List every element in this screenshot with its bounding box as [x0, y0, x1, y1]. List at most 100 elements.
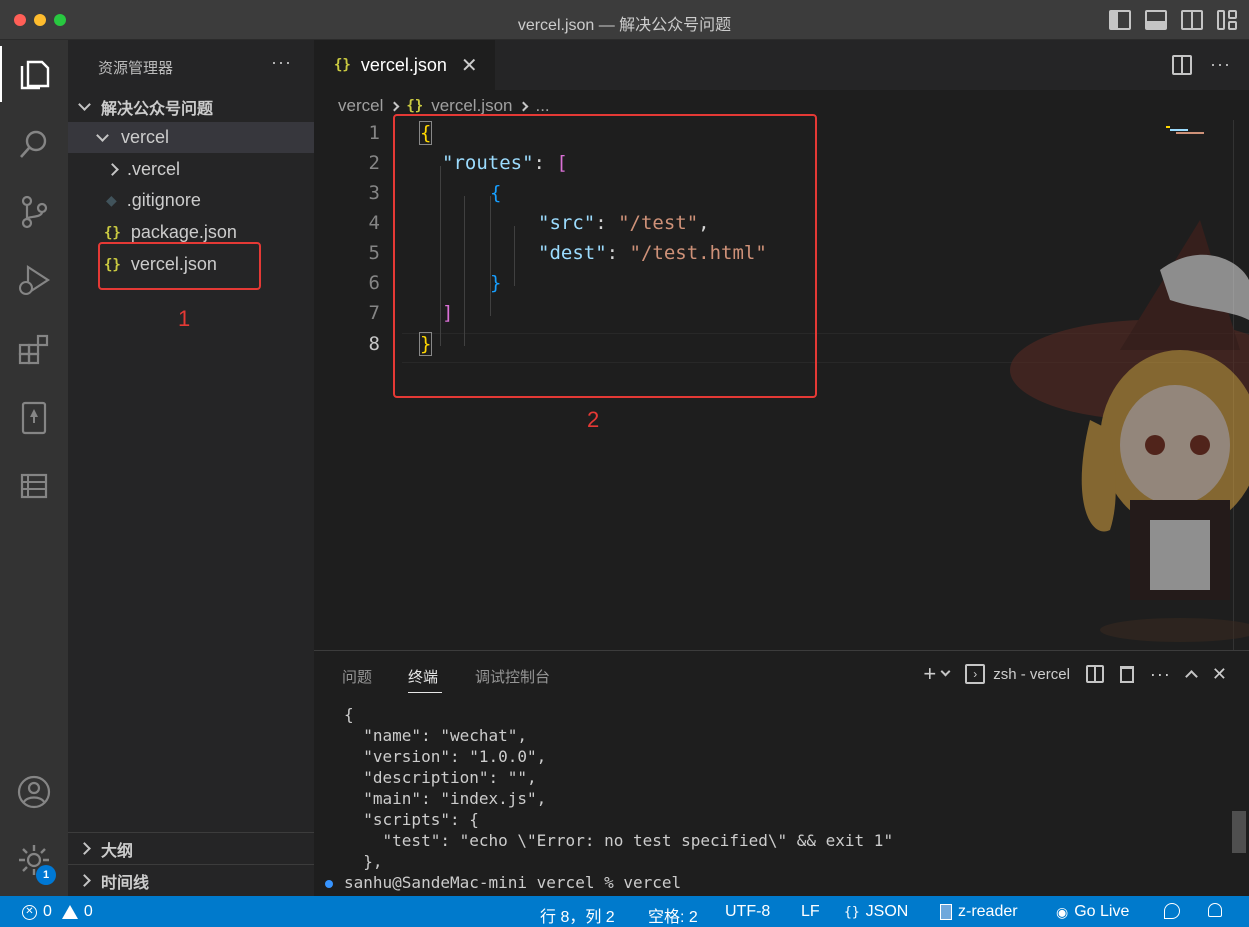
terminal-scrollbar[interactable] — [1232, 811, 1246, 853]
tree-item-label: package.json — [130, 222, 237, 242]
go-live-button[interactable]: ◉ Go Live — [1056, 903, 1129, 921]
close-panel-icon[interactable]: ✕ — [1212, 664, 1227, 685]
braces-icon: {} — [844, 904, 860, 920]
tree-item-label: .gitignore — [126, 190, 201, 210]
line-number: 3 — [368, 182, 380, 204]
z-reader-label: z-reader — [958, 903, 1018, 920]
close-tab-icon[interactable]: ✕ — [461, 53, 478, 78]
chevron-down-icon — [78, 97, 91, 111]
terminal-prompt[interactable]: sanhu@SandeMac-mini vercel % vercel — [344, 873, 681, 892]
account-icon[interactable] — [0, 764, 68, 820]
chevron-down-icon — [96, 128, 109, 142]
tree-item-label: vercel — [121, 127, 170, 147]
annotation-label-1: 1 — [178, 306, 191, 331]
activity-bar: 1 — [0, 40, 68, 896]
encoding[interactable]: UTF-8 — [725, 903, 770, 921]
terminal-line: { — [344, 705, 354, 724]
breadcrumb-folder[interactable]: vercel — [338, 96, 383, 116]
more-actions-icon[interactable]: ··· — [1150, 664, 1171, 685]
settings-gear-icon[interactable]: 1 — [0, 832, 68, 888]
breadcrumb-symbol[interactable]: ... — [535, 96, 549, 116]
line-number: 7 — [368, 302, 380, 324]
annotation-box-2 — [393, 114, 817, 398]
line-number: 1 — [368, 122, 380, 144]
line-number: 5 — [368, 242, 380, 264]
annotation-box-1 — [98, 242, 261, 290]
split-editor-icon[interactable] — [1172, 54, 1193, 75]
cursor-position[interactable]: 行 8，列 2 — [540, 903, 615, 927]
search-icon[interactable] — [0, 116, 68, 172]
database-icon[interactable] — [0, 458, 68, 514]
book-icon — [940, 904, 952, 920]
explorer-sidebar: 资源管理器 ··· 解决公众号问题 vercel .vercel ◆ .giti… — [68, 40, 314, 896]
line-number: 4 — [368, 212, 380, 234]
background-mascot-image — [1010, 220, 1249, 642]
trash-icon[interactable] — [1119, 665, 1134, 683]
chevron-right-icon — [389, 101, 400, 111]
breadcrumb: vercel {} vercel.json ... — [338, 96, 550, 116]
explorer-more-button[interactable]: ··· — [271, 52, 292, 73]
indentation[interactable]: 空格: 2 — [648, 903, 698, 927]
tree-item-label: .vercel — [127, 159, 181, 179]
toggle-panel-icon[interactable] — [1145, 10, 1167, 30]
chevron-right-icon — [519, 101, 529, 111]
source-control-icon[interactable] — [0, 184, 68, 240]
annotation-label-2: 2 — [587, 407, 600, 432]
error-icon: ✕ — [22, 904, 37, 920]
outline-section[interactable]: 大纲 — [68, 832, 314, 864]
new-terminal-icon[interactable]: + — [923, 661, 936, 687]
warning-count: 0 — [83, 903, 93, 920]
explorer-header: 资源管理器 — [98, 60, 174, 77]
terminal-line: "description": "", — [344, 768, 537, 787]
tab-problems[interactable]: 问题 — [342, 666, 372, 687]
line-number: 2 — [368, 152, 380, 174]
tree-item-dotvercel-folder[interactable]: .vercel — [68, 154, 314, 185]
terminal-line: "scripts": { — [344, 810, 479, 829]
reader-icon[interactable] — [0, 390, 68, 446]
toggle-secondary-sidebar-icon[interactable] — [1181, 10, 1203, 30]
bottom-panel: 问题 终端 调试控制台 + › zsh - vercel ··· ✕ { "na… — [314, 650, 1249, 896]
window-title: vercel.json — 解决公众号问题 — [517, 17, 732, 34]
terminal-name: zsh - vercel — [993, 665, 1070, 683]
chevron-down-icon[interactable] — [940, 666, 951, 677]
toggle-primary-sidebar-icon[interactable] — [1109, 10, 1131, 30]
z-reader-status[interactable]: z-reader — [940, 903, 1018, 921]
breadcrumb-file[interactable]: vercel.json — [431, 96, 512, 116]
problems-status[interactable]: ✕ 0 0 — [22, 903, 93, 921]
timeline-label: 时间线 — [101, 874, 150, 892]
explorer-icon[interactable] — [0, 46, 68, 102]
timeline-section[interactable]: 时间线 — [68, 864, 314, 896]
end-of-line[interactable]: LF — [801, 903, 820, 921]
run-debug-icon[interactable] — [0, 252, 68, 308]
chevron-right-icon — [78, 842, 91, 855]
json-file-icon: {} — [406, 98, 424, 114]
customize-layout-icon[interactable] — [1217, 10, 1239, 30]
line-number: 8 — [368, 333, 380, 355]
tab-terminal[interactable]: 终端 — [408, 666, 438, 687]
root-folder[interactable]: 解决公众号问题 — [68, 91, 314, 122]
terminal-line: "name": "wechat", — [344, 726, 528, 745]
feedback-icon[interactable] — [1164, 903, 1180, 919]
status-bar: ✕ 0 0 行 8，列 2 空格: 2 UTF-8 LF {} JSON z-r… — [0, 896, 1249, 927]
tab-debug-console[interactable]: 调试控制台 — [475, 666, 550, 687]
language-mode[interactable]: {} JSON — [844, 903, 908, 921]
split-terminal-icon[interactable] — [1085, 665, 1104, 683]
json-file-icon: {} — [104, 224, 121, 241]
tree-item-vercel-folder[interactable]: vercel — [68, 122, 314, 153]
broadcast-icon: ◉ — [1056, 903, 1069, 920]
notifications-bell-icon[interactable] — [1208, 903, 1222, 917]
maximize-panel-icon[interactable] — [1185, 670, 1198, 683]
terminal-selector[interactable]: › zsh - vercel — [965, 664, 1070, 684]
json-file-icon: {} — [334, 57, 351, 73]
tree-item-gitignore[interactable]: ◆ .gitignore — [68, 185, 314, 216]
chevron-right-icon — [78, 874, 91, 887]
chevron-right-icon — [106, 163, 119, 176]
extensions-icon[interactable] — [0, 322, 68, 378]
language-label: JSON — [865, 903, 909, 920]
more-actions-icon[interactable]: ··· — [1210, 54, 1231, 75]
tab-vercel-json[interactable]: {} vercel.json ✕ — [314, 40, 495, 90]
git-file-icon: ◆ — [106, 192, 117, 208]
tab-label: vercel.json — [360, 54, 447, 75]
editor-tabs: {} vercel.json ✕ ··· — [314, 40, 1249, 90]
command-decoration-icon[interactable] — [325, 880, 333, 888]
